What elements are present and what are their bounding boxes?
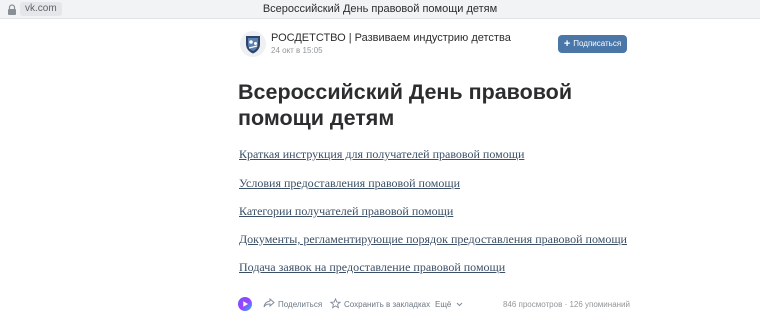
more-button[interactable]: Ещё <box>435 296 463 314</box>
avatar[interactable] <box>240 31 266 57</box>
star-icon <box>329 297 342 309</box>
post-footer: Поделиться Сохранить в закладках Ещё 846… <box>238 296 630 314</box>
author-name[interactable]: РОСДЕТСТВО | Развиваем индустрию детства <box>271 32 511 45</box>
chevron-down-icon <box>456 302 462 307</box>
link-conditions[interactable]: Условия предоставления правовой помощи <box>239 176 460 191</box>
views-count: 846 просмотров <box>502 300 563 309</box>
subscribe-button[interactable]: + Подписаться <box>558 35 627 53</box>
vk-logo-icon[interactable] <box>238 297 252 311</box>
browser-bar: vk.com Всероссийский День правовой помощ… <box>0 0 760 19</box>
bookmark-label: Сохранить в закладках <box>344 300 431 309</box>
more-label: Ещё <box>435 300 452 309</box>
share-label: Поделиться <box>278 300 323 309</box>
link-categories[interactable]: Категории получателей правовой помощи <box>239 204 453 219</box>
link-applications[interactable]: Подача заявок на предоставление правовой… <box>239 260 505 275</box>
article-title: Всероссийский День правовой помощи детям <box>238 80 573 130</box>
bookmark-button[interactable]: Сохранить в закладках <box>329 296 431 314</box>
mentions-count: 126 упоминаний <box>569 300 630 309</box>
link-instruction[interactable]: Краткая инструкция для получателей право… <box>239 147 524 162</box>
share-button[interactable]: Поделиться <box>263 296 322 314</box>
tab-title: Всероссийский День правовой помощи детям <box>262 3 498 15</box>
share-icon <box>263 297 275 308</box>
post-stats: 846 просмотров · 126 упоминаний <box>503 296 630 314</box>
post-date: 24 окт в 15:05 <box>271 46 323 55</box>
plus-icon: + <box>563 38 571 50</box>
link-documents[interactable]: Документы, регламентирующие порядок пред… <box>239 232 627 247</box>
subscribe-label: Подписаться <box>573 39 622 48</box>
